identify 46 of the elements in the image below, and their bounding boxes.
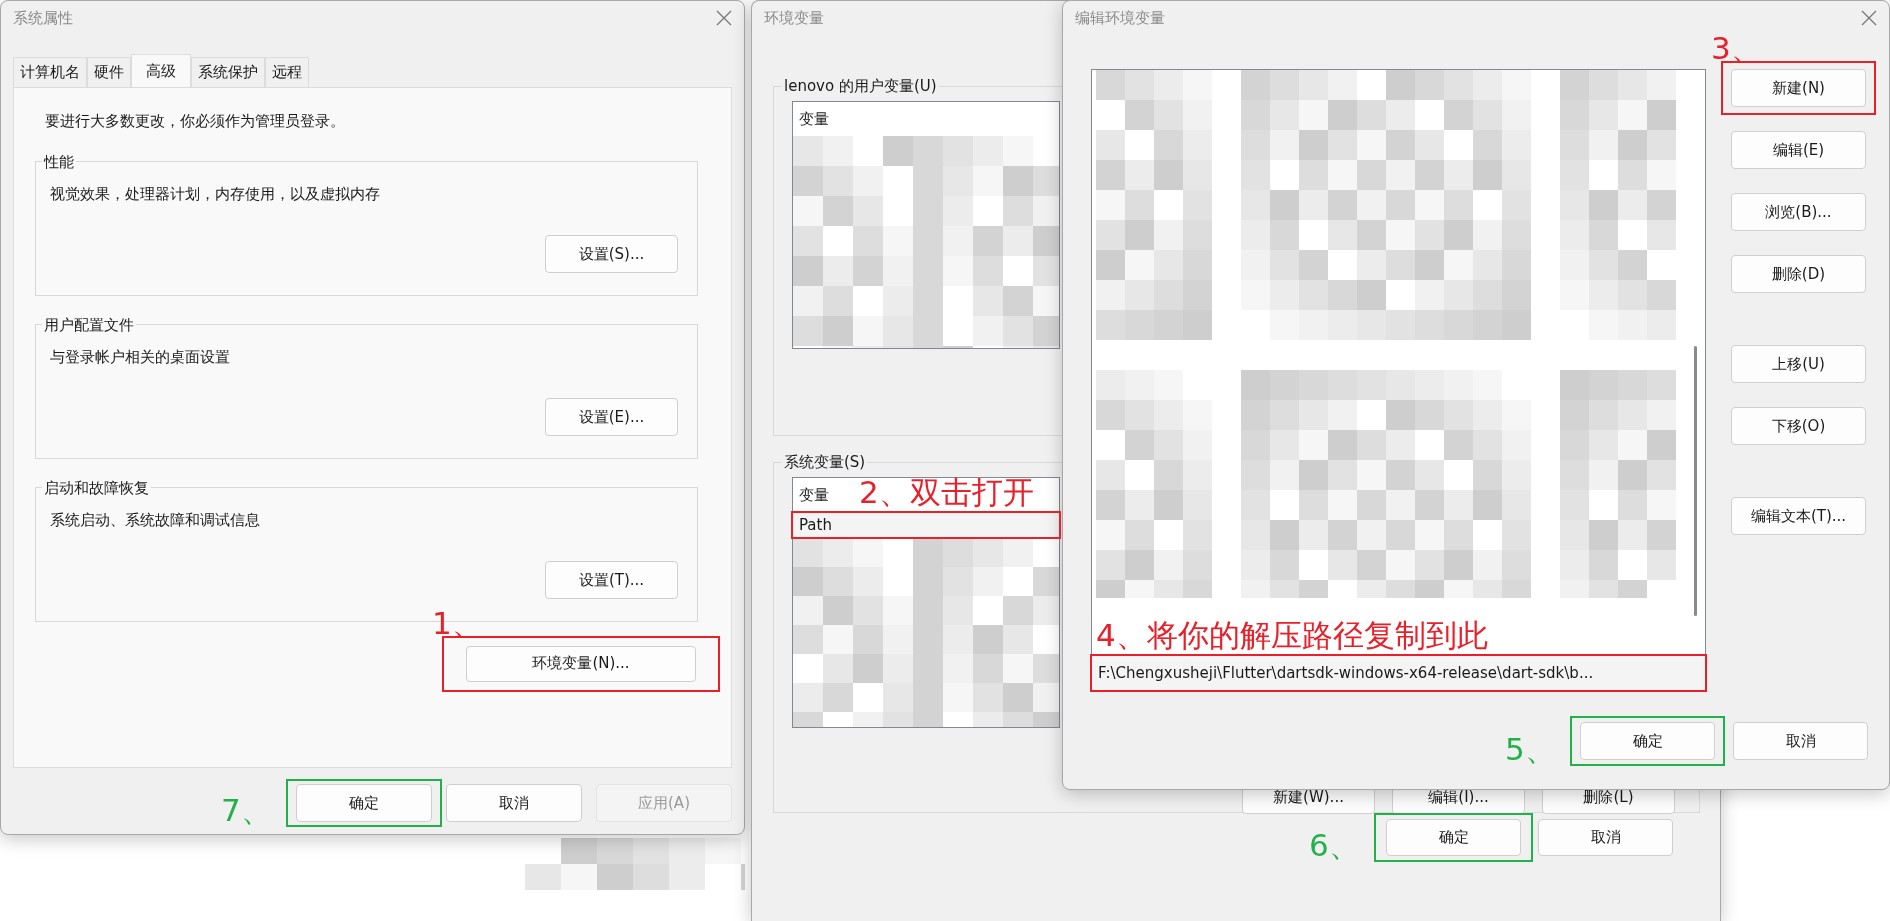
- side-button[interactable]: 编辑(E): [1731, 131, 1866, 169]
- tab[interactable]: 硬件: [87, 57, 131, 87]
- side-button[interactable]: 新建(N): [1731, 69, 1866, 107]
- side-button[interactable]: 下移(O): [1731, 407, 1866, 445]
- step-label: 7、: [221, 793, 272, 828]
- path-entry[interactable]: F:\Chengxusheji\Flutter\dartsdk-windows-x64-release\dart-sdk\b...: [1092, 656, 1705, 690]
- scrollbar-thumb[interactable]: [1694, 346, 1697, 616]
- settings-button[interactable]: 设置(E)...: [545, 398, 678, 436]
- dialog-button[interactable]: 确定: [296, 784, 432, 822]
- column-header: 变量: [799, 110, 829, 128]
- window-title: 环境变量: [764, 7, 824, 29]
- side-button[interactable]: 上移(U): [1731, 345, 1866, 383]
- side-button[interactable]: 浏览(B)...: [1731, 193, 1866, 231]
- group-label: 启动和故障恢复: [43, 478, 150, 497]
- tab[interactable]: 系统保护: [191, 57, 265, 87]
- group-label: 用户配置文件: [43, 315, 135, 334]
- dialog-button[interactable]: 取消: [1733, 722, 1868, 760]
- close-icon[interactable]: [1861, 10, 1877, 26]
- step-label: 6、: [1309, 828, 1360, 863]
- dialog-button[interactable]: 取消: [446, 784, 582, 822]
- dialog-button[interactable]: 取消: [1538, 819, 1673, 856]
- step-label: 4、将你的解压路径复制到此: [1096, 618, 1488, 653]
- group-label: 性能: [42, 152, 75, 171]
- environment-variables-button[interactable]: 环境变量(N)...: [466, 645, 696, 682]
- dialog-button[interactable]: 确定: [1386, 819, 1521, 856]
- notice-text: 要进行大多数更改，你必须作为管理员登录。: [45, 111, 346, 132]
- step-label: 2、双击打开: [859, 475, 1034, 510]
- window-title: 系统属性: [13, 7, 73, 29]
- close-icon[interactable]: [716, 10, 732, 26]
- group-description: 与登录帐户相关的桌面设置: [50, 346, 231, 368]
- settings-button[interactable]: 设置(S)...: [545, 235, 678, 273]
- group-description: 系统启动、系统故障和调试信息: [50, 509, 261, 531]
- group-label: 系统变量(S): [783, 453, 867, 471]
- dialog-button[interactable]: 确定: [1580, 722, 1715, 760]
- tab[interactable]: 远程: [265, 57, 309, 87]
- step-label: 5、: [1505, 732, 1556, 767]
- side-button[interactable]: 删除(D): [1731, 255, 1866, 293]
- tab[interactable]: 计算机名: [13, 57, 87, 87]
- group-label: lenovo 的用户变量(U): [783, 77, 938, 95]
- settings-button[interactable]: 设置(T)...: [545, 561, 678, 599]
- list-row[interactable]: Path: [793, 512, 1059, 538]
- column-header: 变量: [799, 486, 829, 504]
- window-title: 编辑环境变量: [1075, 7, 1165, 29]
- side-button[interactable]: 编辑文本(T)...: [1731, 497, 1866, 535]
- tab[interactable]: 高级: [131, 54, 191, 87]
- group-description: 视觉效果，处理器计划，内存使用，以及虚拟内存: [50, 183, 381, 205]
